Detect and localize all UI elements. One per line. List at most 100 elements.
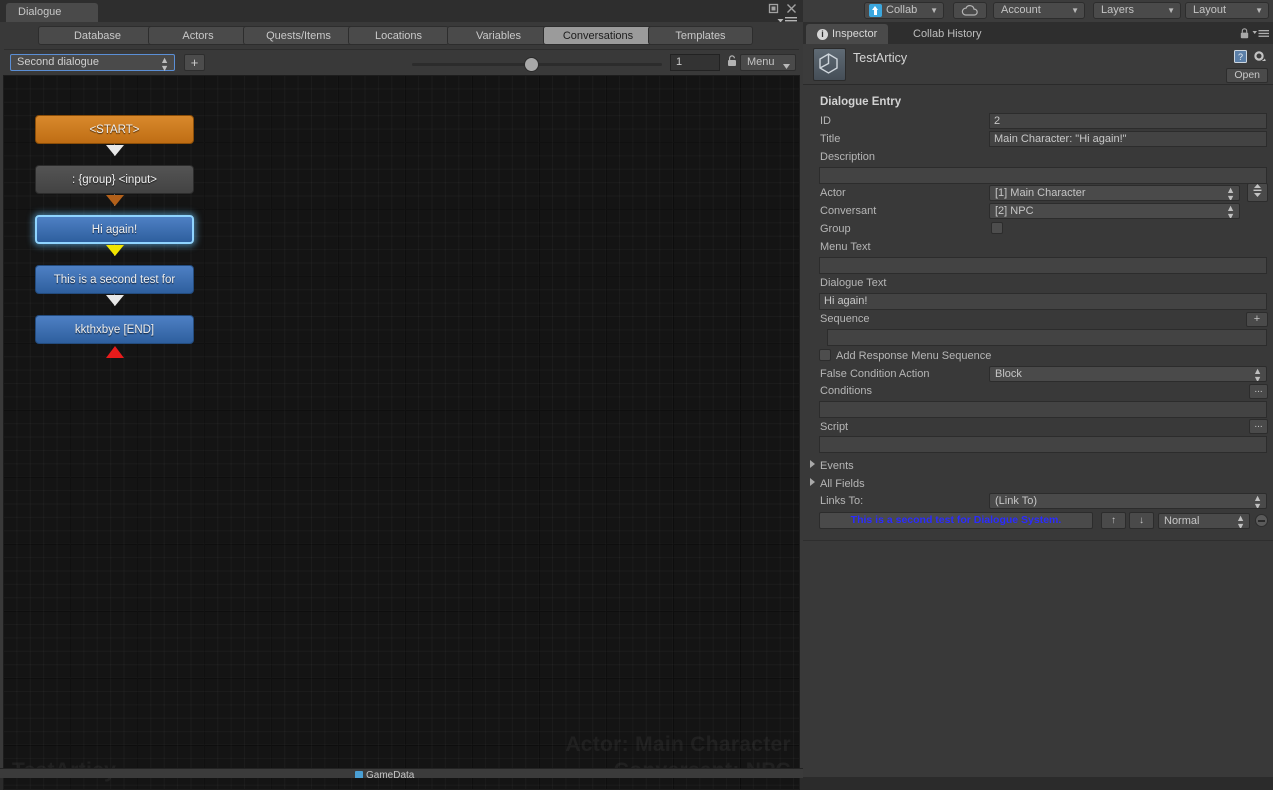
label-menu-text: Menu Text [820,241,871,253]
title-field[interactable]: Main Character: "Hi again!" [989,131,1267,147]
label-add-response-menu-sequence: Add Response Menu Sequence [836,350,992,362]
link-move-down-button[interactable]: ↓ [1129,512,1154,529]
link-arrow-orange [106,195,124,206]
chevron-down-icon: ▼ [1167,6,1175,15]
id-field[interactable]: 2 [989,113,1267,129]
tab-dialogue[interactable]: Dialogue [6,3,98,22]
tab-collab-history[interactable]: Collab History [902,24,992,44]
toolbar-divider [4,49,799,50]
layout-button[interactable]: Layout ▼ [1185,2,1269,19]
zoom-value-field[interactable]: 1 [670,54,720,71]
sequence-field[interactable] [827,329,1267,346]
add-conversation-button[interactable]: + [184,54,205,71]
graph-menu-dropdown[interactable]: Menu [740,54,796,71]
tab-inspector[interactable]: i Inspector [806,24,889,44]
link-arrow-white [106,295,124,306]
label-false-condition-action: False Condition Action [820,368,930,380]
dialogue-editor-pane: Dialogue Database Actors Quests/Items Lo… [0,0,803,790]
layers-button[interactable]: Layers ▼ [1093,2,1181,19]
label-group: Group [820,223,851,235]
false-condition-action-label: Block [995,368,1022,380]
add-response-menu-sequence-checkbox[interactable] [819,349,831,361]
cloud-button[interactable] [953,2,987,19]
inspector-tab-actions [1240,28,1269,42]
node-dialogue-end[interactable]: kkthxbye [END] [35,315,194,344]
dialogue-node-canvas[interactable]: <START> : {group} <input> Hi again! This… [3,75,800,790]
link-arrow-white [106,145,124,156]
gear-icon[interactable] [1253,50,1266,66]
node-dialogue-selected[interactable]: Hi again! [35,215,194,244]
conversant-dropdown[interactable]: [2] NPC ▲ ▼ [989,203,1240,219]
section-title-dialogue-entry: Dialogue Entry [820,96,902,108]
zoom-slider-handle[interactable] [525,58,538,71]
false-condition-action-dropdown[interactable]: Block ▲ ▼ [989,366,1267,382]
cloud-icon [961,5,978,16]
lock-icon[interactable] [1240,28,1249,42]
triangle-right-icon [810,478,815,486]
group-checkbox[interactable] [991,222,1003,234]
account-label: Account [1001,4,1041,16]
link-move-up-button[interactable]: ↑ [1101,512,1126,529]
zoom-slider[interactable] [412,58,662,71]
script-more-button[interactable]: ... [1249,419,1268,434]
dialogue-text-field[interactable]: Hi again! [819,293,1267,310]
dialogue-window-tabbar: Dialogue [0,0,803,25]
menu-text-field[interactable] [819,257,1267,274]
link-priority-dropdown[interactable]: Normal ▲ ▼ [1158,513,1250,529]
node-start[interactable]: <START> [35,115,194,144]
conversation-dropdown-label: Second dialogue [17,56,99,68]
remove-link-icon[interactable] [1255,514,1268,527]
lock-icon[interactable] [727,55,737,70]
description-field[interactable] [819,167,1267,184]
actor-dropdown[interactable]: [1] Main Character ▲ ▼ [989,185,1240,201]
conversation-dropdown[interactable]: Second dialogue ▲ ▼ [10,54,175,73]
hamburger-menu-icon[interactable] [1252,29,1269,41]
tab-locations[interactable]: Locations [348,26,449,45]
close-icon[interactable] [786,3,797,14]
inspector-fields: Dialogue Entry ID 2 Title Main Character… [803,85,1273,777]
dialogue-panel-body: Database Actors Quests/Items Locations V… [0,22,803,790]
foldout-all-fields[interactable]: All Fields [810,478,865,490]
unity-asset-icon [813,48,846,81]
swap-arrows-icon[interactable] [1247,183,1268,202]
help-book-icon[interactable]: ? [1234,50,1247,66]
info-icon: i [817,29,828,40]
node-label: This is a second test for [53,273,176,286]
node-dialogue-second-test[interactable]: This is a second test for [35,265,194,294]
inspector-asset-header: TestArticy ? Open [803,44,1273,85]
chevron-down-icon: ▼ [1255,6,1263,15]
label-description: Description [820,151,876,163]
conditions-more-button[interactable]: ... [1249,384,1268,399]
link-arrow-yellow [106,245,124,256]
links-to-dropdown[interactable]: (Link To) ▲ ▼ [989,493,1267,509]
maximize-icon[interactable] [768,3,779,14]
inspector-pane: Collab ▼ Account ▼ Layers ▼ Layout ▼ i In… [803,0,1273,777]
node-group-input[interactable]: : {group} <input> [35,165,194,194]
label-links-to: Links To: [820,495,864,507]
tab-database[interactable]: Database [38,26,157,45]
tab-conversations[interactable]: Conversations [543,26,653,45]
unity-top-toolbar: Collab ▼ Account ▼ Layers ▼ Layout ▼ [803,0,1273,23]
svg-text:?: ? [1238,52,1243,62]
chevron-down-icon: ▼ [930,6,938,15]
open-button[interactable]: Open [1226,68,1268,83]
tab-variables[interactable]: Variables [447,26,550,45]
account-button[interactable]: Account ▼ [993,2,1085,19]
foldout-events-label: Events [820,460,854,472]
conditions-field[interactable] [819,401,1267,418]
tab-templates[interactable]: Templates [648,26,753,45]
graph-menu-label: Menu [747,56,775,68]
link-target-button[interactable]: This is a second test for Dialogue Syste… [819,512,1093,529]
layers-label: Layers [1101,4,1135,16]
unity-editor-window: Dialogue Database Actors Quests/Items Lo… [0,0,1273,790]
foldout-events[interactable]: Events [810,460,854,472]
tab-actors[interactable]: Actors [148,26,248,45]
sequence-add-button[interactable]: + [1246,312,1268,327]
label-sequence: Sequence [820,313,870,325]
collab-button[interactable]: Collab ▼ [864,2,944,19]
tab-quests-items[interactable]: Quests/Items [243,26,354,45]
tab-inspector-label: Inspector [832,28,878,40]
script-field[interactable] [819,436,1267,453]
links-to-label: (Link To) [995,495,1037,507]
asset-name: TestArticy [853,51,908,65]
